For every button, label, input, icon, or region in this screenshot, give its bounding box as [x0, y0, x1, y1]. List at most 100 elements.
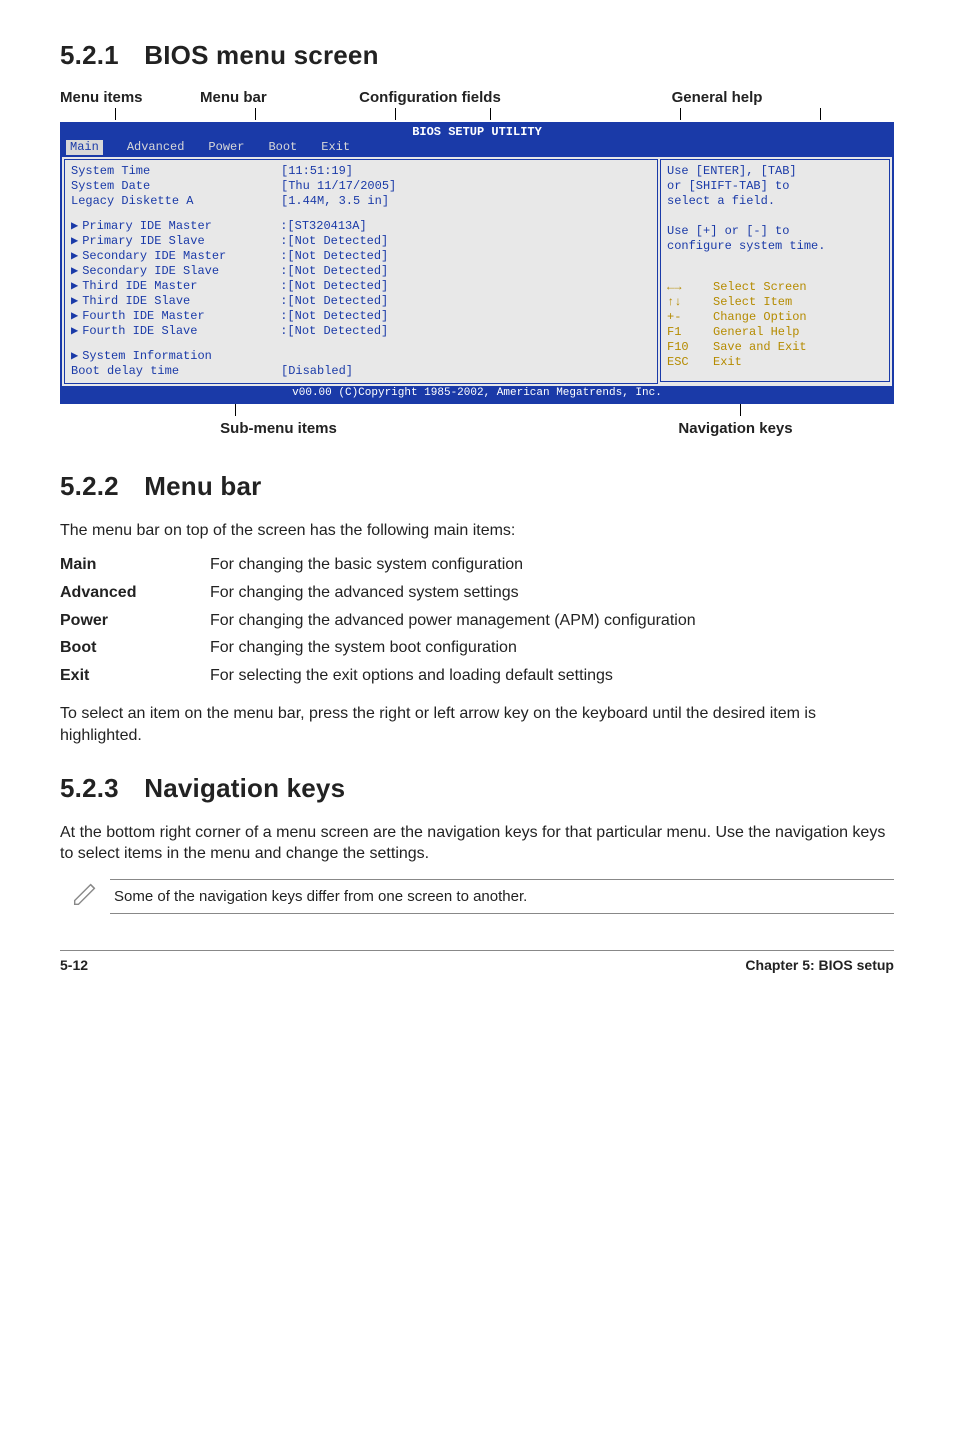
bios-tab-main[interactable]: Main	[66, 140, 103, 155]
bios-body: System Time[11:51:19] System Date[Thu 11…	[62, 157, 892, 386]
section-number: 5.2.1	[60, 40, 119, 70]
nav-key: +-	[667, 310, 713, 325]
bios-row-sysinfo[interactable]: ▶System Information	[71, 349, 651, 364]
bios-tab-exit[interactable]: Exit	[321, 140, 350, 155]
item-name: Exit	[60, 662, 210, 690]
bios-row-sysdate[interactable]: System Date[Thu 11/17/2005]	[71, 179, 651, 194]
annot-menu-items: Menu items	[60, 89, 200, 106]
bios-help-line: configure system time.	[667, 239, 883, 254]
page-number: 5-12	[60, 957, 88, 973]
pencil-icon	[60, 879, 110, 914]
annot-config-fields: Configuration fields	[320, 89, 540, 106]
bios-left-pane: System Time[11:51:19] System Date[Thu 11…	[64, 159, 658, 384]
nav-desc: Change Option	[713, 310, 807, 325]
bios-nav-row: +-Change Option	[667, 310, 883, 325]
nav-desc: Save and Exit	[713, 340, 807, 355]
bios-bottom-annotations: Sub-menu items Navigation keys	[60, 420, 894, 437]
bios-tab-advanced[interactable]: Advanced	[127, 140, 185, 155]
item-desc: For changing the advanced power manageme…	[210, 607, 696, 635]
submenu-arrow-icon: ▶	[71, 219, 78, 234]
annot-menu-bar: Menu bar	[200, 89, 320, 106]
nav-desc: Select Screen	[713, 280, 807, 295]
item-desc: For selecting the exit options and loadi…	[210, 662, 696, 690]
item-name: Power	[60, 607, 210, 635]
table-row: BootFor changing the system boot configu…	[60, 634, 696, 662]
item-desc: For changing the advanced system setting…	[210, 579, 696, 607]
annot-tick-row-bottom	[60, 404, 894, 418]
note-box: Some of the navigation keys differ from …	[60, 879, 894, 914]
menubar-intro: The menu bar on top of the screen has th…	[60, 520, 894, 542]
bios-row-diskette[interactable]: Legacy Diskette A[1.44M, 3.5 in]	[71, 194, 651, 209]
nav-key: ←→	[667, 280, 713, 295]
page-footer: 5-12 Chapter 5: BIOS setup	[60, 950, 894, 973]
nav-key: F10	[667, 340, 713, 355]
annot-nav-keys: Navigation keys	[437, 420, 894, 437]
submenu-arrow-icon: ▶	[71, 294, 78, 309]
bios-help-line: Use [+] or [-] to	[667, 224, 883, 239]
table-row: MainFor changing the basic system config…	[60, 551, 696, 579]
submenu-arrow-icon: ▶	[71, 309, 78, 324]
bios-ide-row[interactable]: ▶Secondary IDE Master:[Not Detected]	[71, 249, 651, 264]
table-row: ExitFor selecting the exit options and l…	[60, 662, 696, 690]
bios-tab-boot[interactable]: Boot	[268, 140, 297, 155]
bios-title-bar: BIOS SETUP UTILITY	[62, 124, 892, 140]
bios-row-systime[interactable]: System Time[11:51:19]	[71, 164, 651, 179]
bios-ide-row[interactable]: ▶Fourth IDE Slave:[Not Detected]	[71, 324, 651, 339]
bios-help-line: or [SHIFT-TAB] to	[667, 179, 883, 194]
bios-nav-row: ESCExit	[667, 355, 883, 370]
bios-ide-row[interactable]: ▶Secondary IDE Slave:[Not Detected]	[71, 264, 651, 279]
section-number: 5.2.2	[60, 471, 119, 501]
bios-right-pane: Use [ENTER], [TAB]or [SHIFT-TAB] toselec…	[660, 159, 890, 384]
bios-help-box: Use [ENTER], [TAB]or [SHIFT-TAB] toselec…	[660, 159, 890, 382]
chapter-label: Chapter 5: BIOS setup	[745, 957, 894, 973]
bios-ide-row[interactable]: ▶Primary IDE Slave:[Not Detected]	[71, 234, 651, 249]
item-desc: For changing the system boot configurati…	[210, 634, 696, 662]
submenu-arrow-icon: ▶	[71, 264, 78, 279]
section-title: Menu bar	[144, 471, 261, 501]
heading-522: 5.2.2 Menu bar	[60, 471, 894, 502]
bios-top-annotations: Menu items Menu bar Configuration fields…	[60, 89, 894, 106]
nav-desc: Exit	[713, 355, 742, 370]
annot-tick-row-top	[60, 108, 894, 122]
bios-nav-row: F1General Help	[667, 325, 883, 340]
bios-screenshot: BIOS SETUP UTILITY Main Advanced Power B…	[60, 122, 894, 404]
note-text: Some of the navigation keys differ from …	[110, 879, 894, 914]
annot-general-help: General help	[540, 89, 894, 106]
nav-key: ↑↓	[667, 295, 713, 310]
bios-help-line: select a field.	[667, 194, 883, 209]
section-title: Navigation keys	[144, 773, 345, 803]
submenu-arrow-icon: ▶	[71, 349, 78, 364]
item-name: Main	[60, 551, 210, 579]
bios-row-bootdelay[interactable]: Boot delay time[Disabled]	[71, 364, 651, 379]
bios-menu-bar: Main Advanced Power Boot Exit	[62, 140, 892, 157]
bios-help-line: Use [ENTER], [TAB]	[667, 164, 883, 179]
submenu-arrow-icon: ▶	[71, 324, 78, 339]
bios-help-line	[667, 209, 883, 224]
bios-ide-row[interactable]: ▶Fourth IDE Master:[Not Detected]	[71, 309, 651, 324]
bios-footer: v00.00 (C)Copyright 1985-2002, American …	[62, 386, 892, 402]
bios-nav-row: ↑↓Select Item	[667, 295, 883, 310]
bios-ide-row[interactable]: ▶Primary IDE Master:[ST320413A]	[71, 219, 651, 234]
bios-tab-power[interactable]: Power	[208, 140, 244, 155]
heading-523: 5.2.3 Navigation keys	[60, 773, 894, 804]
submenu-arrow-icon: ▶	[71, 249, 78, 264]
item-name: Advanced	[60, 579, 210, 607]
nav-key: ESC	[667, 355, 713, 370]
bios-nav-row: F10Save and Exit	[667, 340, 883, 355]
bios-nav-row: ←→Select Screen	[667, 280, 883, 295]
navkeys-body: At the bottom right corner of a menu scr…	[60, 822, 894, 865]
menubar-after: To select an item on the menu bar, press…	[60, 703, 894, 746]
nav-key: F1	[667, 325, 713, 340]
annot-submenu-items: Sub-menu items	[60, 420, 437, 437]
section-number: 5.2.3	[60, 773, 119, 803]
section-title: BIOS menu screen	[144, 40, 378, 70]
table-row: PowerFor changing the advanced power man…	[60, 607, 696, 635]
bios-ide-row[interactable]: ▶Third IDE Master:[Not Detected]	[71, 279, 651, 294]
bios-ide-row[interactable]: ▶Third IDE Slave:[Not Detected]	[71, 294, 651, 309]
heading-521: 5.2.1 BIOS menu screen	[60, 40, 894, 71]
menubar-items-table: MainFor changing the basic system config…	[60, 551, 696, 689]
submenu-arrow-icon: ▶	[71, 279, 78, 294]
nav-desc: Select Item	[713, 295, 792, 310]
item-desc: For changing the basic system configurat…	[210, 551, 696, 579]
nav-desc: General Help	[713, 325, 799, 340]
